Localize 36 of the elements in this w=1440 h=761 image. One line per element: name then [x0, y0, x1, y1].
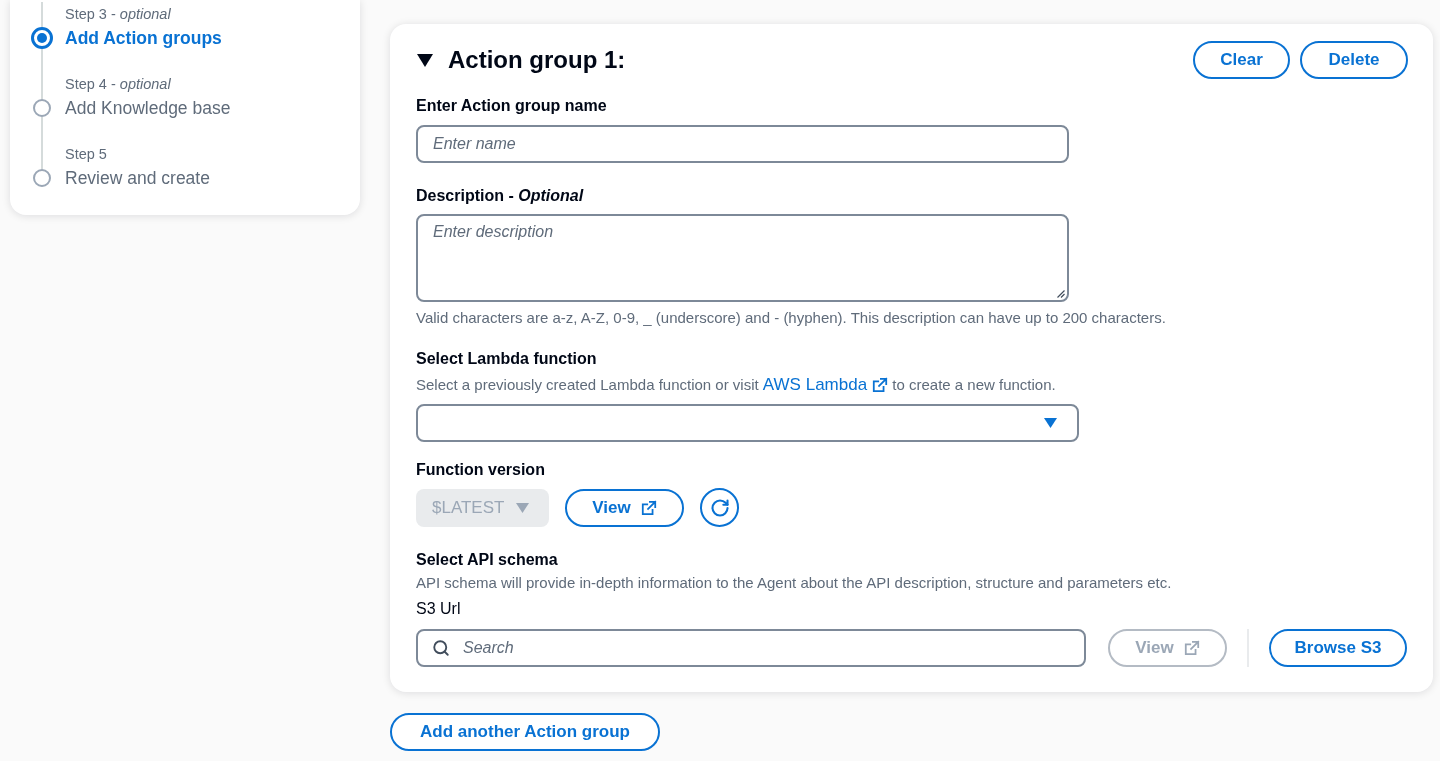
step-title-link[interactable]: Add Knowledge base [65, 96, 231, 120]
resize-handle-icon[interactable] [1057, 290, 1065, 298]
action-group-title: Action group 1: [448, 45, 626, 75]
step-number-label: Step 4 - optional [65, 75, 171, 94]
header-action-button[interactable]: Delete [1300, 41, 1408, 79]
browse-s3-button[interactable]: Browse S3 [1269, 629, 1407, 667]
s3-url-search-input[interactable]: Search [416, 629, 1086, 667]
name-input[interactable]: Enter name [416, 125, 1069, 163]
caret-down-icon[interactable] [417, 53, 433, 67]
name-field-label: Enter Action group name [416, 96, 607, 116]
lambda-function-select[interactable] [416, 404, 1079, 442]
external-link-icon [640, 499, 657, 516]
view-function-button[interactable]: View [565, 488, 684, 527]
s3-url-label: S3 Url [416, 599, 461, 619]
external-link-icon [1183, 640, 1200, 656]
step-number-label: Step 5 [65, 145, 107, 164]
api-schema-help-text: API schema will provide in-depth information to the Agent about the API description, structure and parameters etc. [416, 573, 1172, 593]
description-textarea[interactable]: Enter description [416, 214, 1069, 302]
caret-down-icon [516, 502, 530, 513]
add-action-group-button[interactable]: Add another Action group [390, 713, 660, 751]
refresh-button[interactable] [700, 488, 739, 527]
description-field-label: Description - Optional [416, 186, 584, 206]
step-title-link[interactable]: Add Action groups [65, 26, 222, 50]
aws-lambda-link[interactable]: AWS Lambda [762, 375, 889, 395]
external-link-icon [872, 377, 889, 393]
lambda-help-text: Select a previously created Lambda function or visit AWS Lambda to create a new function. [416, 375, 1056, 395]
step-number-label: Step 3 - optional [65, 5, 171, 24]
function-version-label: Function version [416, 460, 545, 480]
lambda-field-label: Select Lambda function [416, 349, 597, 369]
refresh-icon [709, 497, 730, 518]
caret-down-icon [1044, 418, 1057, 428]
header-action-button[interactable]: Clear [1193, 41, 1290, 79]
api-schema-label: Select API schema [416, 550, 558, 570]
description-hint-text: Valid characters are a-z, A-Z, 0-9, _ (underscore) and - (hyphen). This description can have up to 200 characters. [416, 308, 1166, 328]
search-icon [432, 639, 450, 657]
step-title-link[interactable]: Review and create [65, 166, 210, 190]
